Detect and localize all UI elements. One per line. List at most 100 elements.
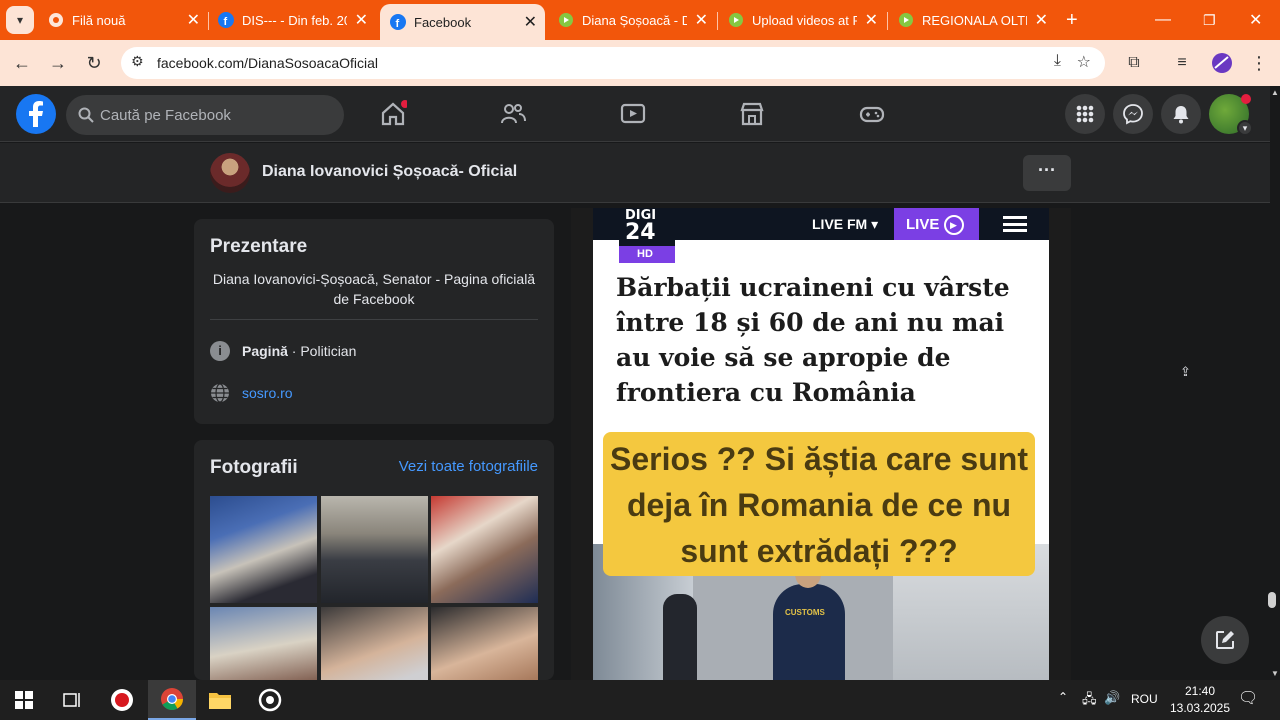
home-icon[interactable] xyxy=(379,100,407,128)
tray-chevron-up-icon[interactable]: ⌃ xyxy=(1058,690,1068,704)
rumble-icon xyxy=(559,13,573,27)
close-window-icon[interactable]: ✕ xyxy=(1249,0,1262,40)
info-icon: i xyxy=(210,341,230,361)
tab-search-button[interactable]: ▾ xyxy=(6,6,34,34)
see-all-photos-link[interactable]: Vezi toate fotografiile xyxy=(399,458,538,475)
close-tab-icon[interactable]: ✕ xyxy=(695,10,708,30)
page-category-row: i Pagină · Politician xyxy=(210,341,356,361)
photo-thumbnail[interactable] xyxy=(321,607,428,680)
search-placeholder: Caută pe Facebook xyxy=(100,107,231,124)
obs-app[interactable] xyxy=(246,680,294,720)
close-tab-icon[interactable]: ✕ xyxy=(1035,10,1048,30)
tab-diana-rumble[interactable]: Diana Șoșoacă - Diana ✕ xyxy=(558,0,708,40)
clock-time: 21:40 xyxy=(1184,684,1216,698)
live-fm-menu: LIVE FM ▾ xyxy=(812,216,879,232)
new-tab-button[interactable]: + xyxy=(1066,0,1078,40)
photo-thumbnail[interactable] xyxy=(210,607,317,680)
tab-upload-rumble[interactable]: Upload videos at Rumble ✕ xyxy=(728,0,878,40)
grid-icon xyxy=(1076,105,1094,123)
network-icon[interactable]: 🖧 xyxy=(1082,690,1097,712)
start-button[interactable] xyxy=(0,680,48,720)
close-tab-icon[interactable]: ✕ xyxy=(524,12,537,32)
tab-divider xyxy=(208,12,209,30)
photo-thumbnail[interactable] xyxy=(431,496,538,603)
search-icon xyxy=(78,107,94,123)
menu-dots-icon[interactable]: ⋮ xyxy=(1245,49,1273,77)
extensions-icon[interactable]: ⧉ xyxy=(1120,49,1148,77)
install-app-icon[interactable]: ⤓ xyxy=(1054,52,1061,70)
customs-label: CUSTOMS xyxy=(785,608,825,617)
scrollbar-thumb[interactable] xyxy=(1268,592,1276,608)
address-text[interactable]: facebook.com/DianaSosoacaOficial xyxy=(157,55,378,71)
svg-text:f: f xyxy=(396,18,400,30)
volume-icon[interactable]: 🔊 xyxy=(1104,690,1120,706)
marketplace-icon[interactable] xyxy=(738,100,766,128)
recorder-app[interactable] xyxy=(98,680,146,720)
facebook-icon: f xyxy=(390,14,406,30)
facebook-search-input[interactable]: Caută pe Facebook xyxy=(66,95,344,135)
scroll-down-icon[interactable]: ▼ xyxy=(1271,669,1279,678)
chevron-down-icon: ▾ xyxy=(1237,120,1253,136)
clock-date: 13.03.2025 xyxy=(1169,701,1231,715)
back-icon[interactable]: ← xyxy=(8,49,36,77)
post-media[interactable]: DIGI 24 HD LIVE FM ▾ LIVE ▶ Bărbații ucra… xyxy=(571,208,1071,680)
close-tab-icon[interactable]: ✕ xyxy=(355,10,368,30)
site-info-icon[interactable]: ⚙ xyxy=(131,53,144,70)
clock[interactable]: 21:40 13.03.2025 xyxy=(1160,683,1240,717)
profile-avatar[interactable] xyxy=(1208,49,1236,77)
news-screenshot-image: DIGI 24 HD LIVE FM ▾ LIVE ▶ Bărbații ucra… xyxy=(593,208,1049,680)
cursor-icon: ⇪ xyxy=(1180,364,1191,379)
notification-center-icon[interactable]: 🗨 xyxy=(1238,688,1258,708)
messenger-icon xyxy=(1123,104,1143,125)
close-tab-icon[interactable]: ✕ xyxy=(187,10,200,30)
new-message-button[interactable] xyxy=(1201,616,1249,664)
file-explorer-app[interactable] xyxy=(196,680,244,720)
language-indicator[interactable]: ROU xyxy=(1131,692,1158,706)
tab-dis[interactable]: f DIS--- - Din feb. 2025 ✕ xyxy=(218,0,368,40)
photo-thumbnail[interactable] xyxy=(431,607,538,680)
notifications-button[interactable] xyxy=(1161,94,1201,134)
tab-regionala[interactable]: REGIONALA OLTENIA ✕ xyxy=(898,0,1048,40)
bookmark-star-icon[interactable]: ☆ xyxy=(1077,52,1091,72)
menu-grid-button[interactable] xyxy=(1065,94,1105,134)
account-avatar[interactable]: ▾ xyxy=(1209,94,1253,136)
folder-icon xyxy=(209,693,231,709)
more-options-button[interactable]: ··· xyxy=(1023,155,1071,191)
windows-icon xyxy=(15,691,33,709)
address-bar[interactable]: ⚙ facebook.com/DianaSosoacaOficial ⤓ ☆ xyxy=(121,47,1105,79)
page-scrollbar[interactable]: ▲ ▼ xyxy=(1270,86,1280,680)
tab-title: REGIONALA OLTENIA xyxy=(922,12,1027,28)
video-icon[interactable] xyxy=(619,100,647,128)
page-name[interactable]: Diana Iovanovici Șoșoacă- Oficial xyxy=(262,163,517,181)
restore-icon[interactable]: ❐ xyxy=(1203,0,1216,40)
tab-title: Diana Șoșoacă - Diana xyxy=(582,12,687,28)
photo-thumbnail[interactable] xyxy=(321,496,428,603)
minimize-icon[interactable]: — xyxy=(1155,0,1171,40)
overlay-caption-box: Serios ?? Si ăștia care sunt deja în Rom… xyxy=(603,432,1035,576)
forward-icon[interactable]: → xyxy=(44,49,72,77)
gaming-icon[interactable] xyxy=(858,100,886,128)
facebook-logo-icon[interactable] xyxy=(16,94,56,134)
task-view-button[interactable] xyxy=(48,680,96,720)
rumble-icon xyxy=(729,13,743,27)
news-site-header: DIGI 24 HD LIVE FM ▾ LIVE ▶ xyxy=(593,208,1049,263)
website-link[interactable]: sosro.ro xyxy=(242,385,293,401)
record-icon xyxy=(111,689,133,711)
tab-divider xyxy=(717,12,718,30)
messenger-button[interactable] xyxy=(1113,94,1153,134)
chrome-taskbar-app[interactable] xyxy=(148,680,196,720)
chrome-icon xyxy=(161,688,183,710)
page-avatar[interactable] xyxy=(210,153,250,193)
digi24-logo: DIGI 24 HD xyxy=(619,208,675,263)
media-control-icon[interactable]: ≡ xyxy=(1168,49,1196,77)
tab-facebook[interactable]: f Facebook ✕ xyxy=(380,4,545,40)
close-tab-icon[interactable]: ✕ xyxy=(865,10,878,30)
chrome-icon xyxy=(49,13,63,27)
tab-new-tab[interactable]: Filă nouă ✕ xyxy=(48,0,200,40)
photo-thumbnail[interactable] xyxy=(210,496,317,603)
reload-icon[interactable]: ↻ xyxy=(80,49,108,77)
scroll-up-icon[interactable]: ▲ xyxy=(1271,88,1279,97)
friends-icon[interactable] xyxy=(499,100,527,128)
tab-title: DIS--- - Din feb. 2025 xyxy=(242,12,347,28)
windows-taskbar: ⌃ 🖧 🔊 ROU 21:40 13.03.2025 🗨 xyxy=(0,680,1280,720)
